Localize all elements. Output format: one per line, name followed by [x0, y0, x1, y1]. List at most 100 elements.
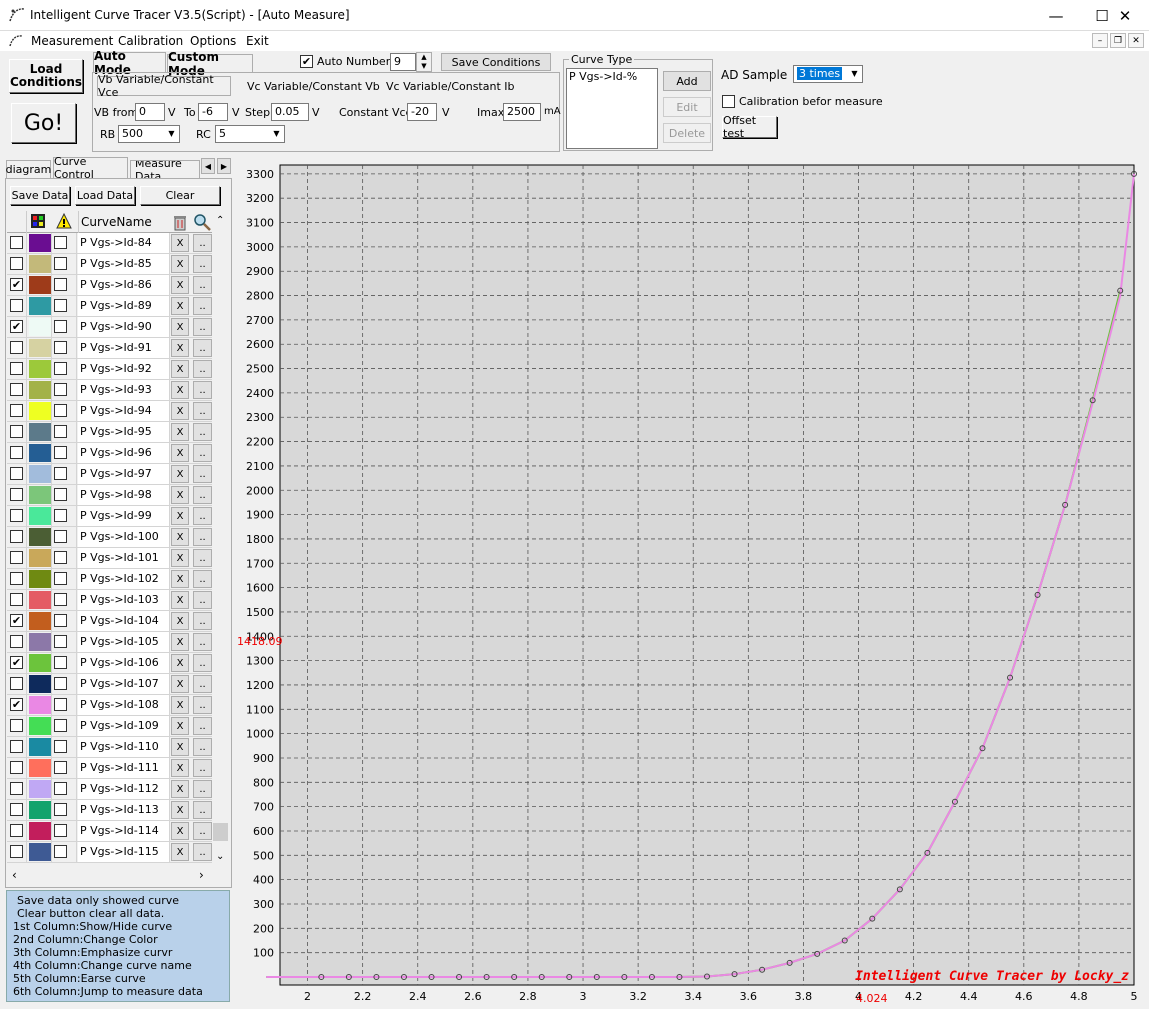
curve-row[interactable]: ✔ P Vgs->Id-90 X.. — [7, 317, 212, 338]
show-checkbox[interactable] — [10, 572, 23, 585]
curve-name-cell[interactable]: P Vgs->Id-85 — [78, 254, 170, 274]
curve-row[interactable]: P Vgs->Id-100 X.. — [7, 527, 212, 548]
curve-name-cell[interactable]: P Vgs->Id-103 — [78, 590, 170, 610]
color-cell[interactable] — [28, 338, 52, 358]
to-input[interactable]: -6 — [198, 103, 228, 121]
show-cell[interactable] — [7, 632, 27, 652]
color-cell[interactable] — [28, 422, 52, 442]
curve-name-cell[interactable]: P Vgs->Id-95 — [78, 422, 170, 442]
show-cell[interactable] — [7, 527, 27, 547]
show-cell[interactable] — [7, 590, 27, 610]
emphasize-checkbox[interactable] — [54, 614, 67, 627]
curve-row[interactable]: P Vgs->Id-103 X.. — [7, 590, 212, 611]
emphasize-cell[interactable] — [53, 275, 77, 295]
show-cell[interactable]: ✔ — [7, 275, 27, 295]
curve-name-cell[interactable]: P Vgs->Id-101 — [78, 548, 170, 568]
jump-data-button[interactable]: .. — [193, 255, 212, 273]
curve-name-cell[interactable]: P Vgs->Id-86 — [78, 275, 170, 295]
show-checkbox[interactable] — [10, 404, 23, 417]
erase-curve-button[interactable]: X — [171, 696, 189, 714]
color-swatch[interactable] — [29, 339, 51, 357]
show-checkbox[interactable] — [10, 362, 23, 375]
color-cell[interactable] — [28, 401, 52, 421]
jump-data-button[interactable]: .. — [193, 423, 212, 441]
show-checkbox[interactable] — [10, 593, 23, 606]
curve-name-cell[interactable]: P Vgs->Id-96 — [78, 443, 170, 463]
emphasize-checkbox[interactable] — [54, 383, 67, 396]
emphasize-checkbox[interactable] — [54, 782, 67, 795]
show-checkbox[interactable] — [10, 782, 23, 795]
curve-name-cell[interactable]: P Vgs->Id-97 — [78, 464, 170, 484]
erase-curve-button[interactable]: X — [171, 759, 189, 777]
emphasize-cell[interactable] — [53, 590, 77, 610]
emphasize-cell[interactable] — [53, 758, 77, 778]
color-swatch[interactable] — [29, 297, 51, 315]
emphasize-checkbox[interactable] — [54, 425, 67, 438]
curve-name-cell[interactable]: P Vgs->Id-84 — [78, 233, 170, 253]
erase-curve-button[interactable]: X — [171, 297, 189, 315]
emphasize-checkbox[interactable] — [54, 278, 67, 291]
erase-curve-button[interactable]: X — [171, 528, 189, 546]
curve-row[interactable]: P Vgs->Id-89 X.. — [7, 296, 212, 317]
emphasize-checkbox[interactable] — [54, 698, 67, 711]
color-cell[interactable] — [28, 233, 52, 253]
emphasize-cell[interactable] — [53, 254, 77, 274]
chevron-down-icon[interactable]: ⌄ — [216, 851, 224, 862]
emphasize-cell[interactable] — [53, 380, 77, 400]
show-cell[interactable] — [7, 338, 27, 358]
jump-data-button[interactable]: .. — [193, 234, 212, 252]
emphasize-cell[interactable] — [53, 695, 77, 715]
mdi-restore-button[interactable]: ❐ — [1110, 33, 1126, 48]
erase-curve-button[interactable]: X — [171, 276, 189, 294]
jump-data-button[interactable]: .. — [193, 633, 212, 651]
show-checkbox[interactable] — [10, 257, 23, 270]
curve-row[interactable]: P Vgs->Id-107 X.. — [7, 674, 212, 695]
emphasize-cell[interactable] — [53, 632, 77, 652]
mdi-minimize-button[interactable]: – — [1092, 33, 1108, 48]
auto-number-spinner[interactable]: ▲ ▼ — [416, 52, 432, 72]
show-cell[interactable] — [7, 254, 27, 274]
emphasize-checkbox[interactable] — [54, 719, 67, 732]
clear-button[interactable]: Clear — [140, 186, 220, 205]
curve-name-cell[interactable]: P Vgs->Id-98 — [78, 485, 170, 505]
color-cell[interactable] — [28, 821, 52, 841]
show-checkbox[interactable] — [10, 635, 23, 648]
color-cell[interactable] — [28, 716, 52, 736]
show-checkbox[interactable]: ✔ — [10, 656, 23, 669]
chevron-right-icon[interactable]: › — [199, 868, 204, 882]
curve-name-cell[interactable]: P Vgs->Id-99 — [78, 506, 170, 526]
emphasize-checkbox[interactable] — [54, 257, 67, 270]
emphasize-cell[interactable] — [53, 401, 77, 421]
go-button[interactable]: Go! — [11, 103, 76, 143]
step-input[interactable]: 0.05 — [271, 103, 309, 121]
color-cell[interactable] — [28, 674, 52, 694]
curve-name-cell[interactable]: P Vgs->Id-90 — [78, 317, 170, 337]
tab-curve-control[interactable]: Curve Control — [53, 155, 128, 181]
color-cell[interactable] — [28, 611, 52, 631]
minimize-button[interactable]: — — [1033, 0, 1079, 31]
curve-name-cell[interactable]: P Vgs->Id-110 — [78, 737, 170, 757]
curve-name-cell[interactable]: P Vgs->Id-89 — [78, 296, 170, 316]
show-checkbox[interactable] — [10, 341, 23, 354]
offset-test-button[interactable]: Offset test — [722, 114, 777, 140]
color-swatch[interactable] — [29, 612, 51, 630]
color-cell[interactable] — [28, 695, 52, 715]
show-cell[interactable] — [7, 464, 27, 484]
show-checkbox[interactable] — [10, 719, 23, 732]
jump-data-button[interactable]: .. — [193, 360, 212, 378]
curve-row[interactable]: P Vgs->Id-94 X.. — [7, 401, 212, 422]
curve-row[interactable]: P Vgs->Id-93 X.. — [7, 380, 212, 401]
jump-data-button[interactable]: .. — [193, 738, 212, 756]
show-cell[interactable] — [7, 548, 27, 568]
curve-row[interactable]: P Vgs->Id-98 X.. — [7, 485, 212, 506]
color-cell[interactable] — [28, 380, 52, 400]
show-cell[interactable] — [7, 821, 27, 841]
curve-row[interactable]: P Vgs->Id-110 X.. — [7, 737, 212, 758]
emphasize-cell[interactable] — [53, 842, 77, 862]
auto-number-checkbox[interactable]: ✔ — [300, 55, 313, 68]
curve-chart[interactable]: 2 2.2 2.4 2.6 2.8 3 3.2 3.4 3.6 3.8 4 4.2 4.4 4.6 4.8 5… — [236, 157, 1144, 1007]
color-swatch[interactable] — [29, 234, 51, 252]
curve-name-cell[interactable]: P Vgs->Id-91 — [78, 338, 170, 358]
emphasize-cell[interactable] — [53, 317, 77, 337]
jump-data-button[interactable]: .. — [193, 780, 212, 798]
